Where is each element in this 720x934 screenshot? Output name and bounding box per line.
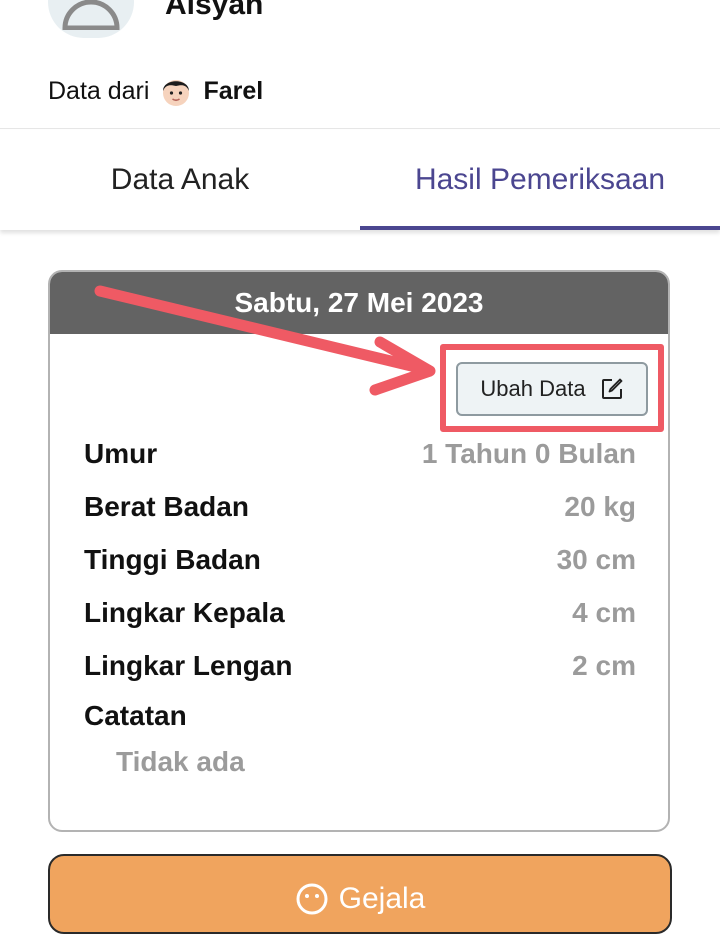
row-value: 30 cm (556, 544, 636, 575)
edit-data-button[interactable]: Ubah Data (456, 362, 648, 416)
row-age: Umur 1 Tahun 0 Bulan (84, 434, 636, 474)
row-label: Umur (84, 438, 158, 469)
notes-value: Tidak ada (116, 746, 245, 777)
row-value: 1 Tahun 0 Bulan (421, 438, 636, 469)
data-source-line: Data dari Farel (48, 74, 263, 108)
row-height: Tinggi Badan 30 cm (84, 540, 636, 580)
examination-card: Sabtu, 27 Mei 2023 Ubah Data Umur 1 Tahu… (48, 270, 670, 832)
row-label: Lingkar Lengan (84, 650, 293, 681)
data-from-label: Data dari (48, 76, 150, 105)
notes-label: Catatan (84, 700, 187, 731)
edit-data-label: Ubah Data (480, 376, 586, 401)
edit-icon (601, 378, 622, 399)
symptom-label: Gejala (338, 882, 426, 915)
row-arm-circumference: Lingkar Lengan 2 cm (84, 646, 636, 686)
tab-bar: Data Anak Hasil Pemeriksaan (0, 130, 720, 230)
child-name: Aisyah (165, 0, 264, 21)
row-label: Berat Badan (84, 491, 249, 522)
person-icon (62, 0, 120, 30)
row-value: 4 cm (572, 597, 636, 628)
row-label: Tinggi Badan (84, 544, 261, 575)
header-divider (0, 128, 720, 129)
child-avatar (48, 0, 134, 38)
smiley-icon (296, 883, 328, 915)
tab-hasil-pemeriksaan[interactable]: Hasil Pemeriksaan (360, 130, 720, 230)
row-value: 20 kg (564, 491, 636, 522)
row-value: 2 cm (572, 650, 636, 681)
owner-name: Farel (203, 76, 264, 105)
row-label: Lingkar Kepala (84, 597, 285, 628)
examination-date: Sabtu, 27 Mei 2023 (50, 272, 668, 334)
row-weight: Berat Badan 20 kg (84, 487, 636, 527)
tab-data-anak[interactable]: Data Anak (0, 130, 360, 230)
boy-face-icon (163, 80, 190, 106)
row-head-circumference: Lingkar Kepala 4 cm (84, 593, 636, 633)
symptom-button[interactable]: Gejala (48, 854, 672, 934)
